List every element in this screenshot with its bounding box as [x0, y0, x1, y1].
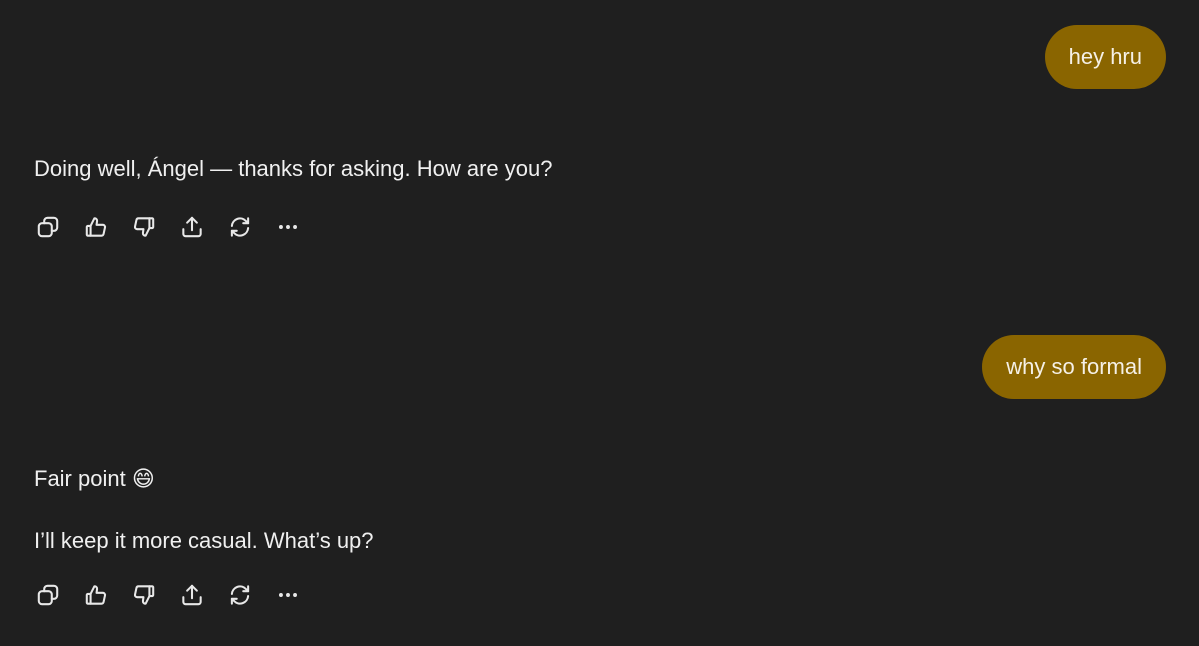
user-message-bubble: hey hru	[1044, 25, 1166, 89]
more-icon	[279, 225, 297, 229]
more-icon	[279, 593, 297, 597]
copy-button[interactable]	[33, 580, 63, 610]
share-icon	[182, 584, 202, 606]
thumbs-up-button[interactable]	[81, 212, 111, 242]
assistant-message-paragraph: I’ll keep it more casual. What’s up?	[34, 528, 374, 553]
thumbs-down-button[interactable]	[129, 580, 159, 610]
regenerate-button[interactable]	[225, 580, 255, 610]
thumbs-up-icon	[85, 585, 107, 605]
share-button[interactable]	[177, 212, 207, 242]
assistant-message: Doing well, Ángel — thanks for asking. H…	[34, 156, 553, 181]
message-action-bar	[33, 212, 321, 242]
thumbs-down-icon	[133, 217, 155, 237]
thumbs-down-button[interactable]	[129, 212, 159, 242]
regenerate-icon	[230, 217, 250, 237]
share-icon	[182, 216, 202, 238]
copy-icon	[37, 584, 59, 606]
copy-button[interactable]	[33, 212, 63, 242]
thumbs-up-icon	[85, 217, 107, 237]
thumbs-down-icon	[133, 585, 155, 605]
message-action-bar	[33, 580, 321, 610]
regenerate-button[interactable]	[225, 212, 255, 242]
regenerate-icon	[230, 585, 250, 605]
thumbs-up-button[interactable]	[81, 580, 111, 610]
more-button[interactable]	[273, 580, 303, 610]
user-message-bubble: why so formal	[982, 335, 1166, 399]
assistant-message-paragraph: Fair point 😄	[34, 466, 155, 491]
more-button[interactable]	[273, 212, 303, 242]
copy-icon	[37, 216, 59, 238]
share-button[interactable]	[177, 580, 207, 610]
chat-transcript: hey hru Doing well, Ángel — thanks for a…	[0, 0, 1199, 646]
